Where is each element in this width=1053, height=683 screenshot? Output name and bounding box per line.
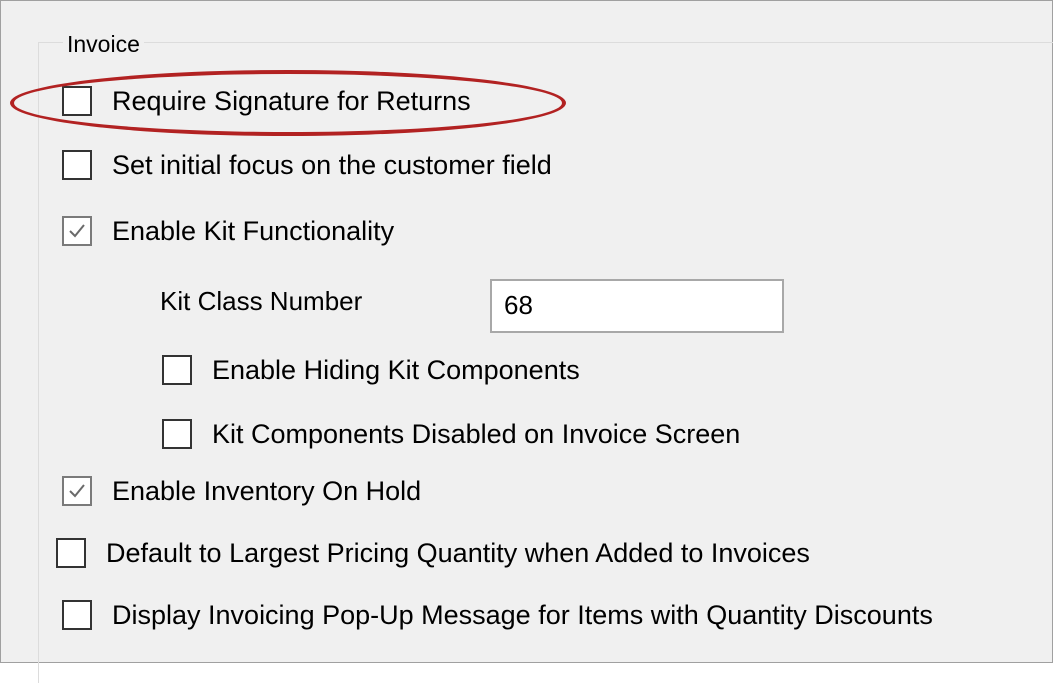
hide-kit-components-label: Enable Hiding Kit Components <box>212 355 580 385</box>
require-signature-checkbox[interactable] <box>62 86 92 116</box>
initial-focus-label: Set initial focus on the customer field <box>112 150 552 180</box>
enable-kit-label: Enable Kit Functionality <box>112 216 395 246</box>
kit-components-disabled-label: Kit Components Disabled on Invoice Scree… <box>212 419 741 449</box>
checkmark-icon <box>69 224 85 238</box>
kit-class-number-label: Kit Class Number <box>160 286 363 316</box>
largest-pricing-qty-label: Default to Largest Pricing Quantity when… <box>106 538 810 568</box>
inventory-on-hold-option[interactable]: Enable Inventory On Hold <box>62 476 421 506</box>
popup-qty-discounts-label: Display Invoicing Pop-Up Message for Ite… <box>112 600 933 630</box>
require-signature-option[interactable]: Require Signature for Returns <box>62 86 471 116</box>
enable-kit-checkbox[interactable] <box>62 216 92 246</box>
checkmark-icon <box>69 484 85 498</box>
initial-focus-option[interactable]: Set initial focus on the customer field <box>62 150 552 180</box>
inventory-on-hold-checkbox[interactable] <box>62 476 92 506</box>
hide-kit-components-option[interactable]: Enable Hiding Kit Components <box>162 355 580 385</box>
popup-qty-discounts-option[interactable]: Display Invoicing Pop-Up Message for Ite… <box>62 600 933 630</box>
largest-pricing-qty-option[interactable]: Default to Largest Pricing Quantity when… <box>56 538 810 568</box>
kit-components-disabled-checkbox[interactable] <box>162 419 192 449</box>
popup-qty-discounts-checkbox[interactable] <box>62 600 92 630</box>
require-signature-label: Require Signature for Returns <box>112 86 471 116</box>
kit-components-disabled-option[interactable]: Kit Components Disabled on Invoice Scree… <box>162 419 740 449</box>
kit-class-number-input[interactable]: 68 <box>490 279 784 333</box>
inventory-on-hold-label: Enable Inventory On Hold <box>112 476 422 506</box>
initial-focus-checkbox[interactable] <box>62 150 92 180</box>
invoice-group-title: Invoice <box>63 32 144 56</box>
hide-kit-components-checkbox[interactable] <box>162 355 192 385</box>
enable-kit-option[interactable]: Enable Kit Functionality <box>62 216 394 246</box>
largest-pricing-qty-checkbox[interactable] <box>56 538 86 568</box>
